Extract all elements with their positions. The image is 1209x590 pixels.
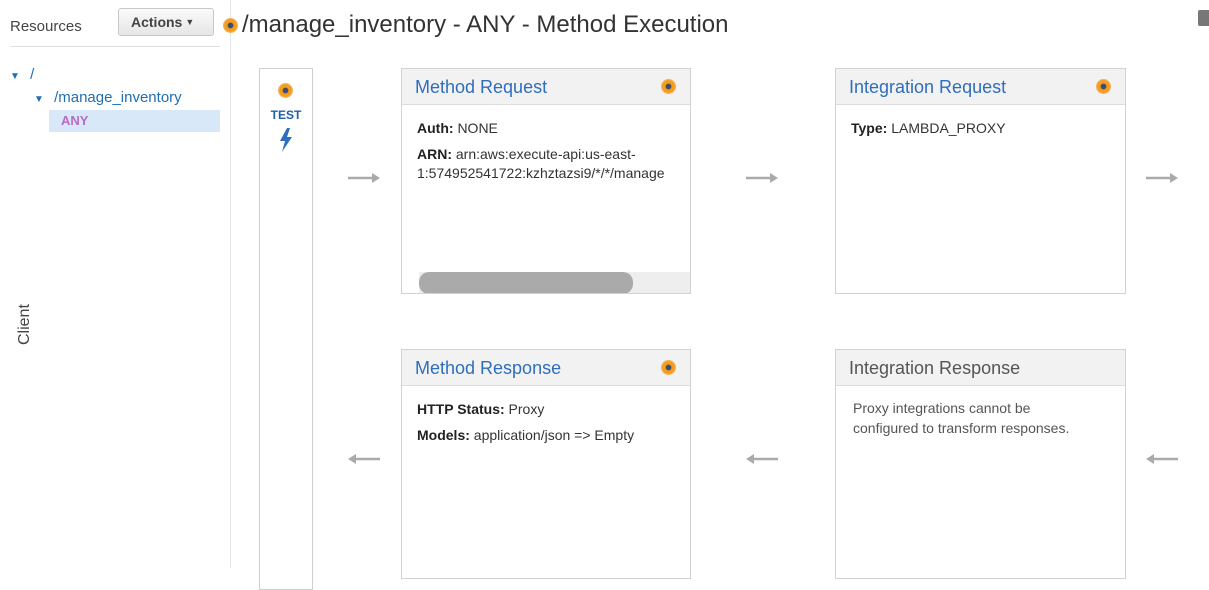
caret-down-icon: ▼ <box>34 94 44 105</box>
type-value: LAMBDA_PROXY <box>891 120 1006 136</box>
tree-item-root-label: / <box>30 66 35 83</box>
arrow-right-icon <box>348 173 380 183</box>
method-request-header: Method Request <box>402 69 690 105</box>
integration-response-title: Integration Response <box>849 358 1021 378</box>
integration-response-note-line1: Proxy integrations cannot be <box>853 400 1031 416</box>
panel-toggle-icon[interactable] <box>1198 10 1209 26</box>
type-row: Type: LAMBDA_PROXY <box>851 119 1110 138</box>
integration-request-header: Integration Request <box>836 69 1125 105</box>
integration-request-card: Integration Request Type: LAMBDA_PROXY <box>835 68 1126 294</box>
arrow-left-icon <box>1146 454 1178 464</box>
arn-row: ARN: arn:aws:execute-api:us-east- <box>417 145 675 164</box>
tree-item-manage-inventory[interactable]: ▼ /manage_inventory <box>34 89 182 106</box>
resources-label: Resources <box>10 18 82 35</box>
auth-row: Auth: NONE <box>417 119 675 138</box>
tree-item-root[interactable]: ▼ / <box>10 66 34 83</box>
method-response-card: Method Response HTTP Status: Proxy Model… <box>401 349 691 579</box>
auth-value: NONE <box>457 120 498 136</box>
test-link[interactable]: TEST <box>260 108 312 122</box>
method-request-link[interactable]: Method Request <box>415 77 547 97</box>
actions-button-label: Actions <box>131 14 183 30</box>
integration-response-note-line2: configured to transform responses. <box>853 420 1070 436</box>
actions-button[interactable]: Actions ▼ <box>118 8 214 36</box>
arn-key: ARN: <box>417 146 452 162</box>
method-request-body: Auth: NONE ARN: arn:aws:execute-api:us-e… <box>402 105 690 183</box>
integration-response-card: Integration Response Proxy integrations … <box>835 349 1126 579</box>
resources-panel <box>0 0 231 568</box>
client-label: Client <box>16 304 33 345</box>
status-dot-icon <box>1097 80 1110 93</box>
status-dot-icon <box>224 19 237 32</box>
http-status-value: Proxy <box>508 401 545 417</box>
type-key: Type: <box>851 120 888 136</box>
arrow-right-icon <box>746 173 778 183</box>
models-row: Models: application/json => Empty <box>417 426 675 445</box>
arrow-left-icon <box>746 454 778 464</box>
caret-down-icon: ▼ <box>10 71 20 82</box>
status-dot-icon <box>662 80 675 93</box>
models-value: application/json => Empty <box>473 427 635 443</box>
method-request-card: Method Request Auth: NONE ARN: arn:aws:e… <box>401 68 691 294</box>
horizontal-scrollbar-thumb[interactable] <box>419 272 633 293</box>
arrow-left-icon <box>348 454 380 464</box>
models-key: Models: <box>417 427 470 443</box>
integration-response-body: Proxy integrations cannot be configured … <box>836 386 1125 438</box>
integration-request-body: Type: LAMBDA_PROXY <box>836 105 1125 138</box>
status-dot-icon <box>279 84 292 97</box>
http-status-key: HTTP Status: <box>417 401 505 417</box>
divider <box>10 46 220 47</box>
caret-down-icon: ▼ <box>185 17 195 27</box>
page-title: /manage_inventory - ANY - Method Executi… <box>242 11 729 38</box>
integration-request-link[interactable]: Integration Request <box>849 77 1006 97</box>
tree-item-any-label: ANY <box>61 113 89 128</box>
method-response-body: HTTP Status: Proxy Models: application/j… <box>402 386 690 445</box>
tree-item-any-method[interactable]: ANY <box>49 110 220 132</box>
lightning-bolt-icon[interactable] <box>277 127 295 153</box>
method-response-link[interactable]: Method Response <box>415 358 561 378</box>
arrow-right-icon <box>1146 173 1178 183</box>
http-status-row: HTTP Status: Proxy <box>417 400 675 419</box>
auth-key: Auth: <box>417 120 454 136</box>
method-response-header: Method Response <box>402 350 690 386</box>
client-column: TEST <box>259 68 313 590</box>
status-dot-icon <box>662 361 675 374</box>
integration-response-header: Integration Response <box>836 350 1125 386</box>
arn-value-line2: 1:574952541722:kzhztazsi9/*/*/manage <box>417 165 665 181</box>
tree-item-manage-inventory-label: /manage_inventory <box>54 89 182 106</box>
arn-value-line1: arn:aws:execute-api:us-east- <box>455 146 636 162</box>
